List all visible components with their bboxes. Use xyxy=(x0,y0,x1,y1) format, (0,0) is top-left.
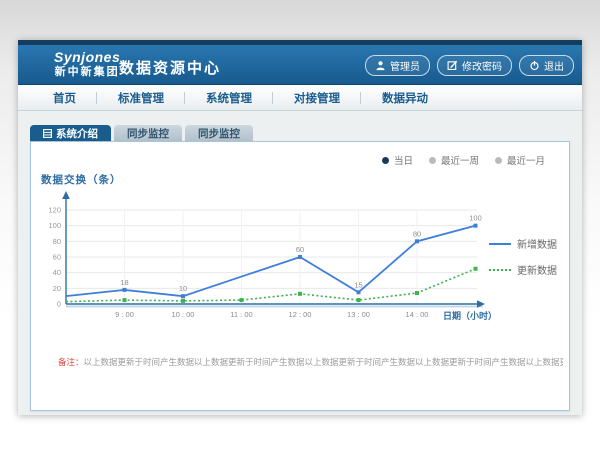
footnote: 备注：以上数据更新于时间产生数据以上数据更新于时间产生数据以上数据更新于时间产生… xyxy=(58,356,563,368)
svg-text:20: 20 xyxy=(53,284,61,293)
nav-item-standards[interactable]: 标准管理 xyxy=(97,85,185,110)
svg-text:80: 80 xyxy=(413,229,421,238)
tab-sync-monitor-2[interactable]: 同步监控 xyxy=(185,125,253,141)
logout-button[interactable]: 退出 xyxy=(519,55,574,76)
user-button[interactable]: 管理员 xyxy=(365,55,430,76)
svg-text:11 : 00: 11 : 00 xyxy=(230,310,252,319)
legend-label: 新增数据 xyxy=(517,236,557,251)
tab-sync-monitor-1[interactable]: 同步监控 xyxy=(114,125,182,141)
nav-item-home[interactable]: 首页 xyxy=(32,85,97,110)
green-dotted-sample-icon xyxy=(489,269,511,271)
pencil-square-icon xyxy=(447,60,458,71)
svg-text:100: 100 xyxy=(469,214,482,223)
nav-item-integration[interactable]: 对接管理 xyxy=(273,85,361,110)
radio-label: 当日 xyxy=(394,153,413,167)
radio-today[interactable]: 当日 xyxy=(382,153,413,167)
app-header: Synjones 新中新集团 数据资源中心 管理员 修改密码 xyxy=(18,45,582,85)
footnote-text: 以上数据更新于时间产生数据以上数据更新于时间产生数据以上数据更新于时间产生数据以… xyxy=(84,357,563,367)
change-password-button[interactable]: 修改密码 xyxy=(437,55,512,76)
nav-item-data-changes[interactable]: 数据异动 xyxy=(361,85,449,110)
svg-text:12 : 00: 12 : 00 xyxy=(289,310,312,319)
tab-system-intro[interactable]: 系统介绍 xyxy=(30,125,111,141)
legend-label: 更新数据 xyxy=(517,262,557,277)
chart-legend: 新增数据 更新数据 xyxy=(489,236,557,277)
radio-dot-icon xyxy=(382,157,389,164)
tab-label: 同步监控 xyxy=(198,126,240,141)
radio-last-month[interactable]: 最近一月 xyxy=(495,153,545,167)
grid-icon xyxy=(43,129,52,138)
brand-logo-subtext: 新中新集团 xyxy=(54,65,120,79)
app-window: Synjones 新中新集团 数据资源中心 管理员 修改密码 xyxy=(18,40,582,415)
tab-bar: 系统介绍 同步监控 同步监控 xyxy=(30,125,570,141)
chart-card: 当日 最近一周 最近一月 数据交换（条） 0204060801001209 : … xyxy=(30,141,570,411)
radio-label: 最近一月 xyxy=(507,153,545,167)
legend-item-updated-data: 更新数据 xyxy=(489,262,557,277)
svg-text:10: 10 xyxy=(179,284,187,293)
svg-text:100: 100 xyxy=(48,221,61,230)
nav-item-system[interactable]: 系统管理 xyxy=(185,85,273,110)
svg-text:40: 40 xyxy=(53,268,61,277)
svg-text:9 : 00: 9 : 00 xyxy=(115,310,134,319)
page-title: 数据资源中心 xyxy=(119,57,221,78)
radio-dot-icon xyxy=(429,157,436,164)
svg-text:60: 60 xyxy=(296,245,304,254)
svg-text:14 : 00: 14 : 00 xyxy=(406,310,429,319)
radio-last-week[interactable]: 最近一周 xyxy=(429,153,479,167)
tab-label: 同步监控 xyxy=(127,126,169,141)
main-nav: 首页 标准管理 系统管理 对接管理 数据异动 xyxy=(18,85,582,111)
brand-logo: Synjones 新中新集团 xyxy=(54,49,120,79)
footnote-label: 备注： xyxy=(58,357,84,367)
range-filter: 当日 最近一周 最近一月 xyxy=(382,153,545,167)
radio-dot-icon xyxy=(495,157,502,164)
svg-text:日期（小时）: 日期（小时） xyxy=(443,310,497,321)
content-area: 系统介绍 同步监控 同步监控 当日 最近一周 xyxy=(18,111,582,411)
svg-text:0: 0 xyxy=(57,300,61,309)
svg-text:80: 80 xyxy=(53,237,61,246)
svg-text:18: 18 xyxy=(120,278,128,287)
tab-label: 系统介绍 xyxy=(56,126,98,141)
svg-text:120: 120 xyxy=(48,206,61,215)
svg-text:60: 60 xyxy=(53,253,61,262)
svg-text:13 : 00: 13 : 00 xyxy=(347,310,370,319)
user-button-label: 管理员 xyxy=(390,58,420,73)
brand-logo-text: Synjones xyxy=(54,49,120,65)
svg-text:10 : 00: 10 : 00 xyxy=(172,310,195,319)
logout-button-label: 退出 xyxy=(544,58,564,73)
change-password-label: 修改密码 xyxy=(462,58,502,73)
legend-item-new-data: 新增数据 xyxy=(489,236,557,251)
power-icon xyxy=(529,60,540,71)
header-actions: 管理员 修改密码 退出 xyxy=(365,55,574,76)
person-icon xyxy=(375,60,386,71)
blue-line-sample-icon xyxy=(489,243,511,245)
radio-label: 最近一周 xyxy=(441,153,479,167)
svg-text:15: 15 xyxy=(354,280,362,289)
